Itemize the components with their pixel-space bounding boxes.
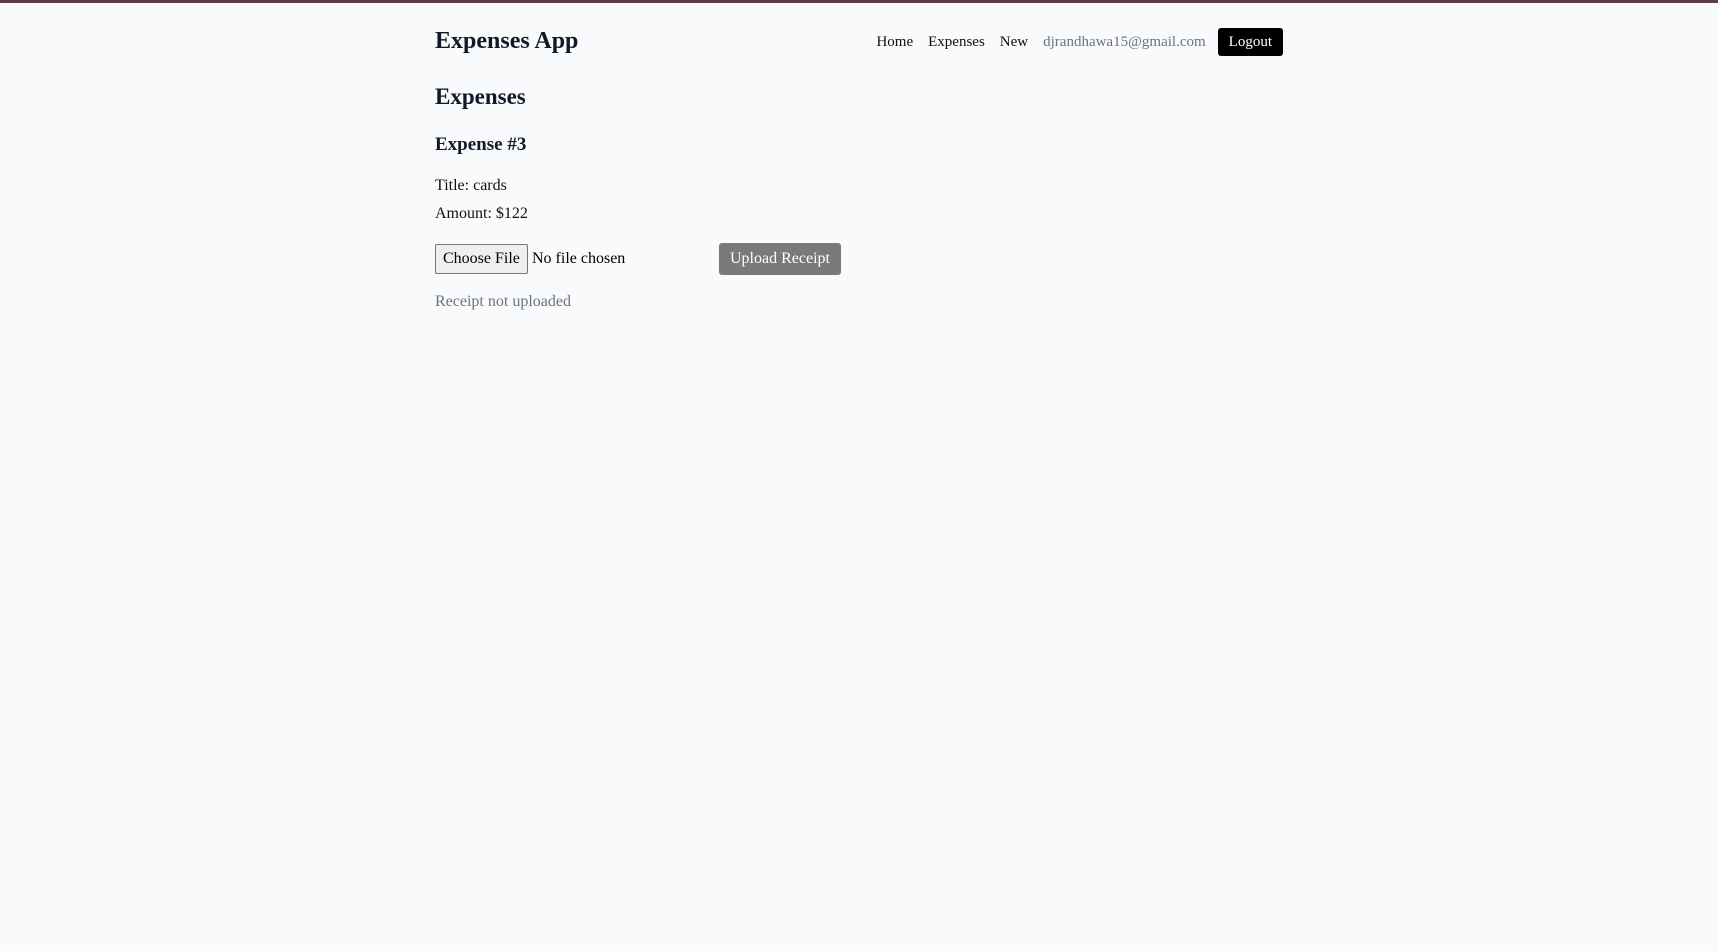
page-title: Expenses — [435, 84, 526, 109]
receipt-upload-form: Choose File No file chosen Upload Receip… — [435, 243, 855, 275]
expense-amount: Amount: $122 — [435, 205, 528, 222]
upload-receipt-button[interactable]: Upload Receipt — [719, 243, 841, 275]
choose-file-button[interactable]: Choose File — [435, 244, 528, 274]
receipt-status: Receipt not uploaded — [435, 293, 571, 310]
nav-link-expenses[interactable]: Expenses — [928, 34, 985, 51]
file-chosen-status: No file chosen — [532, 250, 626, 267]
expense-heading: Expense #3 — [435, 134, 527, 155]
navbar: Expenses App Home Expenses New djrandhaw… — [435, 26, 1283, 62]
logout-button[interactable]: Logout — [1217, 28, 1283, 56]
nav-link-home[interactable]: Home — [876, 34, 913, 51]
nav-links: Home Expenses New djrandhawa15@gmail.com… — [876, 28, 1283, 56]
top-border — [0, 0, 1718, 3]
brand-title: Expenses App — [435, 28, 579, 54]
expense-title: Title: cards — [435, 177, 507, 194]
user-email: djrandhawa15@gmail.com — [1043, 33, 1206, 50]
nav-link-new[interactable]: New — [1000, 34, 1028, 51]
